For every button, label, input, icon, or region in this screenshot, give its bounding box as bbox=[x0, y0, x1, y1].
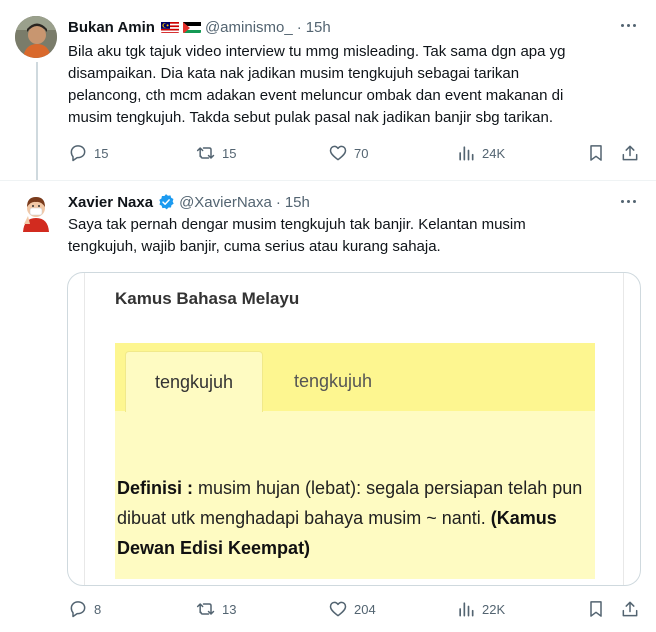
tweet-header: Xavier Naxa @XavierNaxa · 15h bbox=[68, 191, 310, 213]
author-handle[interactable]: @aminismo_ bbox=[205, 19, 293, 36]
share-icon bbox=[622, 601, 638, 617]
views-button[interactable]: 24K bbox=[456, 141, 505, 165]
share-button[interactable] bbox=[620, 597, 640, 621]
avatar[interactable] bbox=[15, 16, 57, 58]
repost-button[interactable]: 15 bbox=[196, 141, 236, 165]
verified-badge-icon[interactable] bbox=[157, 193, 175, 211]
repost-count: 13 bbox=[222, 601, 237, 617]
views-button[interactable]: 22K bbox=[456, 597, 505, 621]
repost-icon bbox=[196, 147, 215, 159]
action-bar: 15 15 70 24K bbox=[60, 141, 650, 165]
author-handle[interactable]: @XavierNaxa bbox=[179, 194, 272, 211]
views-icon bbox=[459, 146, 474, 161]
avatar[interactable] bbox=[21, 194, 51, 232]
share-icon bbox=[622, 145, 638, 161]
reply-count: 15 bbox=[94, 145, 109, 161]
bookmark-button[interactable] bbox=[586, 597, 606, 621]
bookmark-button[interactable] bbox=[586, 141, 606, 165]
thread-line bbox=[36, 62, 38, 180]
views-count: 24K bbox=[482, 145, 506, 161]
like-icon bbox=[329, 601, 347, 617]
kamus-tab-bar: tengkujuh tengkujuh bbox=[115, 343, 595, 412]
views-icon bbox=[459, 602, 474, 617]
repost-icon bbox=[196, 603, 215, 615]
reply-icon bbox=[70, 145, 86, 162]
like-count: 204 bbox=[354, 601, 376, 617]
separator: · bbox=[275, 193, 281, 211]
malaysia-flag-icon bbox=[160, 21, 179, 33]
bookmark-icon bbox=[590, 145, 602, 161]
author-name[interactable]: Xavier Naxa bbox=[68, 194, 153, 211]
definition-label: Definisi : bbox=[117, 478, 194, 498]
palestine-flag-icon bbox=[182, 21, 201, 33]
reply-button[interactable]: 15 bbox=[68, 141, 108, 165]
tweet-header: Bukan Amin @aminismo_ · 15h bbox=[68, 16, 331, 38]
more-icon[interactable] bbox=[618, 22, 638, 28]
views-count: 22K bbox=[482, 601, 506, 617]
reply-count: 8 bbox=[94, 601, 102, 617]
like-count: 70 bbox=[354, 145, 369, 161]
flags bbox=[160, 21, 201, 33]
timestamp[interactable]: 15h bbox=[306, 19, 331, 36]
kamus-panel: tengkujuh tengkujuh Definisi : musim huj… bbox=[115, 343, 595, 579]
attached-image[interactable]: Kamus Bahasa Melayu tengkujuh tengkujuh … bbox=[67, 272, 641, 586]
more-icon[interactable] bbox=[618, 198, 638, 204]
tweet-xavier-naxa[interactable]: Xavier Naxa @XavierNaxa · 15h Saya tak p… bbox=[0, 180, 656, 632]
reply-icon bbox=[70, 601, 86, 618]
like-icon bbox=[329, 145, 347, 161]
share-button[interactable] bbox=[620, 141, 640, 165]
action-bar: 8 13 204 22K bbox=[60, 597, 650, 621]
kamus-tab-active: tengkujuh bbox=[125, 351, 263, 412]
timestamp[interactable]: 15h bbox=[285, 194, 310, 211]
like-button[interactable]: 70 bbox=[328, 141, 368, 165]
reply-button[interactable]: 8 bbox=[68, 597, 101, 621]
like-button[interactable]: 204 bbox=[328, 597, 376, 621]
repost-button[interactable]: 13 bbox=[196, 597, 236, 621]
kamus-tab-inactive: tengkujuh bbox=[293, 370, 373, 391]
repost-count: 15 bbox=[222, 145, 237, 161]
bookmark-icon bbox=[590, 601, 602, 617]
kamus-definition: Definisi : musim hujan (lebat): segala p… bbox=[117, 473, 587, 563]
tweet-text: Bila aku tgk tajuk video interview tu mm… bbox=[68, 43, 566, 126]
kamus-screenshot: Kamus Bahasa Melayu tengkujuh tengkujuh … bbox=[84, 273, 624, 585]
tweet-bukan-amin[interactable]: Bukan Amin @aminismo_ · 15h Bila aku tgk… bbox=[0, 0, 656, 181]
tweet-text: Saya tak pernah dengar musim tengkujuh t… bbox=[68, 216, 526, 255]
kamus-title: Kamus Bahasa Melayu bbox=[115, 289, 300, 308]
separator: · bbox=[296, 18, 302, 36]
author-name[interactable]: Bukan Amin bbox=[68, 19, 155, 36]
